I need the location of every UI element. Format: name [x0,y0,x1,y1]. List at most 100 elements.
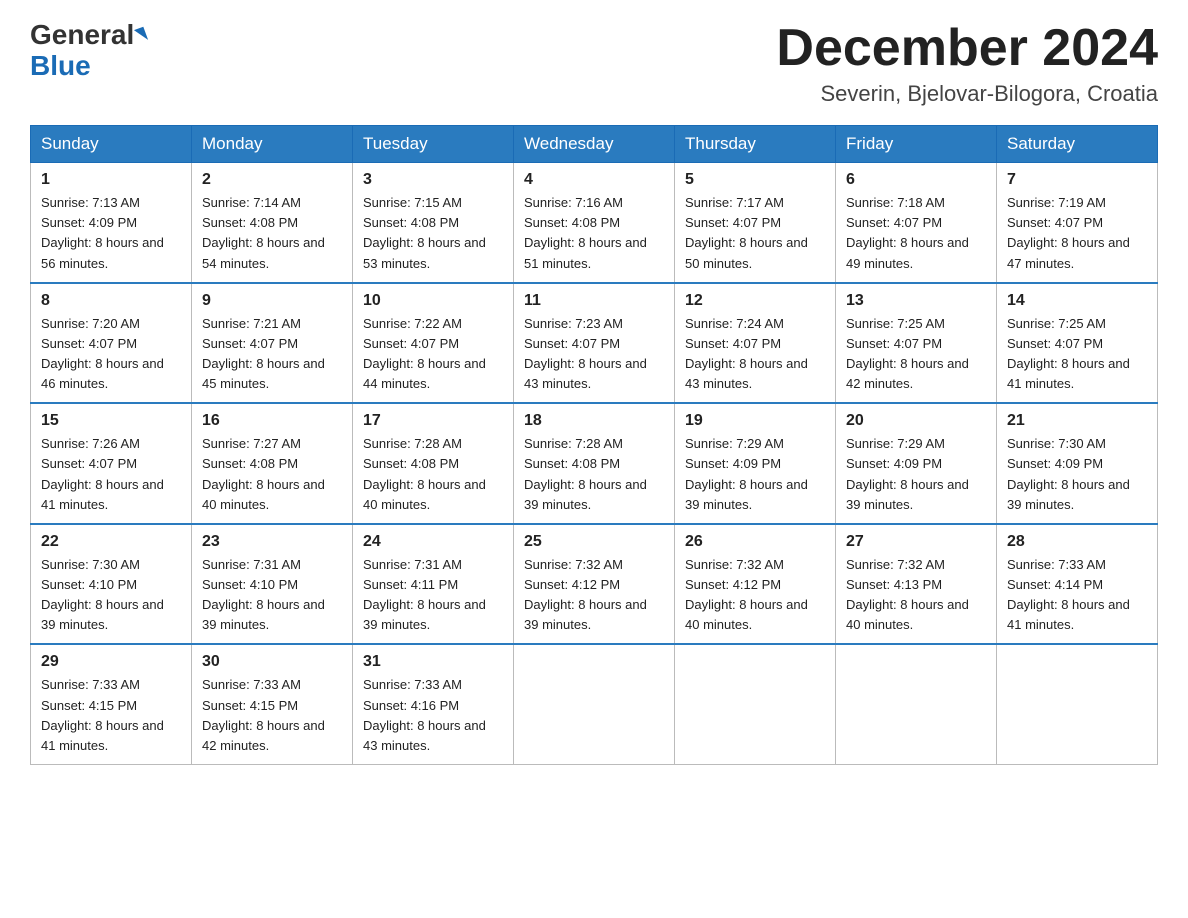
day-info: Sunrise: 7:15 AMSunset: 4:08 PMDaylight:… [363,195,486,270]
calendar-day-cell: 13 Sunrise: 7:25 AMSunset: 4:07 PMDaylig… [836,283,997,404]
day-info: Sunrise: 7:32 AMSunset: 4:13 PMDaylight:… [846,557,969,632]
calendar-day-cell: 8 Sunrise: 7:20 AMSunset: 4:07 PMDayligh… [31,283,192,404]
day-info: Sunrise: 7:28 AMSunset: 4:08 PMDaylight:… [524,436,647,511]
calendar-day-cell: 14 Sunrise: 7:25 AMSunset: 4:07 PMDaylig… [997,283,1158,404]
calendar-week-row: 15 Sunrise: 7:26 AMSunset: 4:07 PMDaylig… [31,403,1158,524]
day-number: 12 [685,292,825,310]
weekday-header-friday: Friday [836,126,997,163]
day-number: 25 [524,533,664,551]
weekday-header-monday: Monday [192,126,353,163]
calendar-day-cell: 17 Sunrise: 7:28 AMSunset: 4:08 PMDaylig… [353,403,514,524]
day-info: Sunrise: 7:32 AMSunset: 4:12 PMDaylight:… [685,557,808,632]
calendar-day-cell [514,644,675,764]
day-number: 14 [1007,292,1147,310]
logo-blue-text: Blue [30,51,91,82]
calendar-day-cell: 31 Sunrise: 7:33 AMSunset: 4:16 PMDaylig… [353,644,514,764]
day-number: 29 [41,653,181,671]
day-info: Sunrise: 7:24 AMSunset: 4:07 PMDaylight:… [685,316,808,391]
day-info: Sunrise: 7:18 AMSunset: 4:07 PMDaylight:… [846,195,969,270]
month-title: December 2024 [776,20,1158,77]
calendar-week-row: 8 Sunrise: 7:20 AMSunset: 4:07 PMDayligh… [31,283,1158,404]
day-number: 7 [1007,171,1147,189]
calendar-week-row: 1 Sunrise: 7:13 AMSunset: 4:09 PMDayligh… [31,163,1158,283]
calendar-day-cell: 11 Sunrise: 7:23 AMSunset: 4:07 PMDaylig… [514,283,675,404]
weekday-header-tuesday: Tuesday [353,126,514,163]
day-number: 8 [41,292,181,310]
calendar-day-cell: 26 Sunrise: 7:32 AMSunset: 4:12 PMDaylig… [675,524,836,645]
day-info: Sunrise: 7:33 AMSunset: 4:14 PMDaylight:… [1007,557,1130,632]
day-info: Sunrise: 7:31 AMSunset: 4:11 PMDaylight:… [363,557,486,632]
calendar-day-cell: 3 Sunrise: 7:15 AMSunset: 4:08 PMDayligh… [353,163,514,283]
calendar-day-cell: 9 Sunrise: 7:21 AMSunset: 4:07 PMDayligh… [192,283,353,404]
calendar-day-cell: 12 Sunrise: 7:24 AMSunset: 4:07 PMDaylig… [675,283,836,404]
day-number: 17 [363,412,503,430]
day-number: 20 [846,412,986,430]
calendar-day-cell: 27 Sunrise: 7:32 AMSunset: 4:13 PMDaylig… [836,524,997,645]
day-info: Sunrise: 7:31 AMSunset: 4:10 PMDaylight:… [202,557,325,632]
day-info: Sunrise: 7:26 AMSunset: 4:07 PMDaylight:… [41,436,164,511]
logo: General Blue [30,20,146,82]
weekday-header-sunday: Sunday [31,126,192,163]
calendar-day-cell: 15 Sunrise: 7:26 AMSunset: 4:07 PMDaylig… [31,403,192,524]
day-number: 4 [524,171,664,189]
day-info: Sunrise: 7:25 AMSunset: 4:07 PMDaylight:… [846,316,969,391]
calendar-day-cell: 29 Sunrise: 7:33 AMSunset: 4:15 PMDaylig… [31,644,192,764]
day-info: Sunrise: 7:20 AMSunset: 4:07 PMDaylight:… [41,316,164,391]
day-info: Sunrise: 7:14 AMSunset: 4:08 PMDaylight:… [202,195,325,270]
location-title: Severin, Bjelovar-Bilogora, Croatia [776,81,1158,107]
day-number: 3 [363,171,503,189]
day-number: 9 [202,292,342,310]
calendar-day-cell: 5 Sunrise: 7:17 AMSunset: 4:07 PMDayligh… [675,163,836,283]
day-info: Sunrise: 7:29 AMSunset: 4:09 PMDaylight:… [685,436,808,511]
calendar-table: SundayMondayTuesdayWednesdayThursdayFrid… [30,125,1158,765]
calendar-day-cell: 16 Sunrise: 7:27 AMSunset: 4:08 PMDaylig… [192,403,353,524]
calendar-day-cell: 30 Sunrise: 7:33 AMSunset: 4:15 PMDaylig… [192,644,353,764]
day-info: Sunrise: 7:33 AMSunset: 4:16 PMDaylight:… [363,677,486,752]
day-info: Sunrise: 7:21 AMSunset: 4:07 PMDaylight:… [202,316,325,391]
calendar-day-cell: 6 Sunrise: 7:18 AMSunset: 4:07 PMDayligh… [836,163,997,283]
title-section: December 2024 Severin, Bjelovar-Bilogora… [776,20,1158,107]
day-info: Sunrise: 7:25 AMSunset: 4:07 PMDaylight:… [1007,316,1130,391]
day-info: Sunrise: 7:30 AMSunset: 4:09 PMDaylight:… [1007,436,1130,511]
calendar-day-cell: 21 Sunrise: 7:30 AMSunset: 4:09 PMDaylig… [997,403,1158,524]
calendar-day-cell [675,644,836,764]
day-info: Sunrise: 7:16 AMSunset: 4:08 PMDaylight:… [524,195,647,270]
day-info: Sunrise: 7:29 AMSunset: 4:09 PMDaylight:… [846,436,969,511]
calendar-day-cell: 25 Sunrise: 7:32 AMSunset: 4:12 PMDaylig… [514,524,675,645]
day-number: 28 [1007,533,1147,551]
calendar-day-cell [836,644,997,764]
calendar-day-cell: 18 Sunrise: 7:28 AMSunset: 4:08 PMDaylig… [514,403,675,524]
page-header: General Blue December 2024 Severin, Bjel… [30,20,1158,107]
weekday-header-thursday: Thursday [675,126,836,163]
day-info: Sunrise: 7:32 AMSunset: 4:12 PMDaylight:… [524,557,647,632]
calendar-week-row: 29 Sunrise: 7:33 AMSunset: 4:15 PMDaylig… [31,644,1158,764]
logo-arrow-icon [134,27,148,44]
calendar-day-cell: 20 Sunrise: 7:29 AMSunset: 4:09 PMDaylig… [836,403,997,524]
calendar-day-cell: 1 Sunrise: 7:13 AMSunset: 4:09 PMDayligh… [31,163,192,283]
calendar-day-cell: 24 Sunrise: 7:31 AMSunset: 4:11 PMDaylig… [353,524,514,645]
day-info: Sunrise: 7:28 AMSunset: 4:08 PMDaylight:… [363,436,486,511]
day-number: 24 [363,533,503,551]
calendar-day-cell: 10 Sunrise: 7:22 AMSunset: 4:07 PMDaylig… [353,283,514,404]
calendar-week-row: 22 Sunrise: 7:30 AMSunset: 4:10 PMDaylig… [31,524,1158,645]
day-number: 23 [202,533,342,551]
day-info: Sunrise: 7:17 AMSunset: 4:07 PMDaylight:… [685,195,808,270]
day-number: 2 [202,171,342,189]
day-number: 31 [363,653,503,671]
calendar-day-cell: 7 Sunrise: 7:19 AMSunset: 4:07 PMDayligh… [997,163,1158,283]
day-number: 6 [846,171,986,189]
day-number: 11 [524,292,664,310]
calendar-day-cell: 4 Sunrise: 7:16 AMSunset: 4:08 PMDayligh… [514,163,675,283]
weekday-header-wednesday: Wednesday [514,126,675,163]
day-info: Sunrise: 7:13 AMSunset: 4:09 PMDaylight:… [41,195,164,270]
calendar-day-cell: 23 Sunrise: 7:31 AMSunset: 4:10 PMDaylig… [192,524,353,645]
day-number: 22 [41,533,181,551]
calendar-day-cell [997,644,1158,764]
day-number: 10 [363,292,503,310]
day-number: 1 [41,171,181,189]
day-info: Sunrise: 7:27 AMSunset: 4:08 PMDaylight:… [202,436,325,511]
day-number: 16 [202,412,342,430]
day-number: 21 [1007,412,1147,430]
logo-general-text: General [30,20,134,51]
day-number: 27 [846,533,986,551]
